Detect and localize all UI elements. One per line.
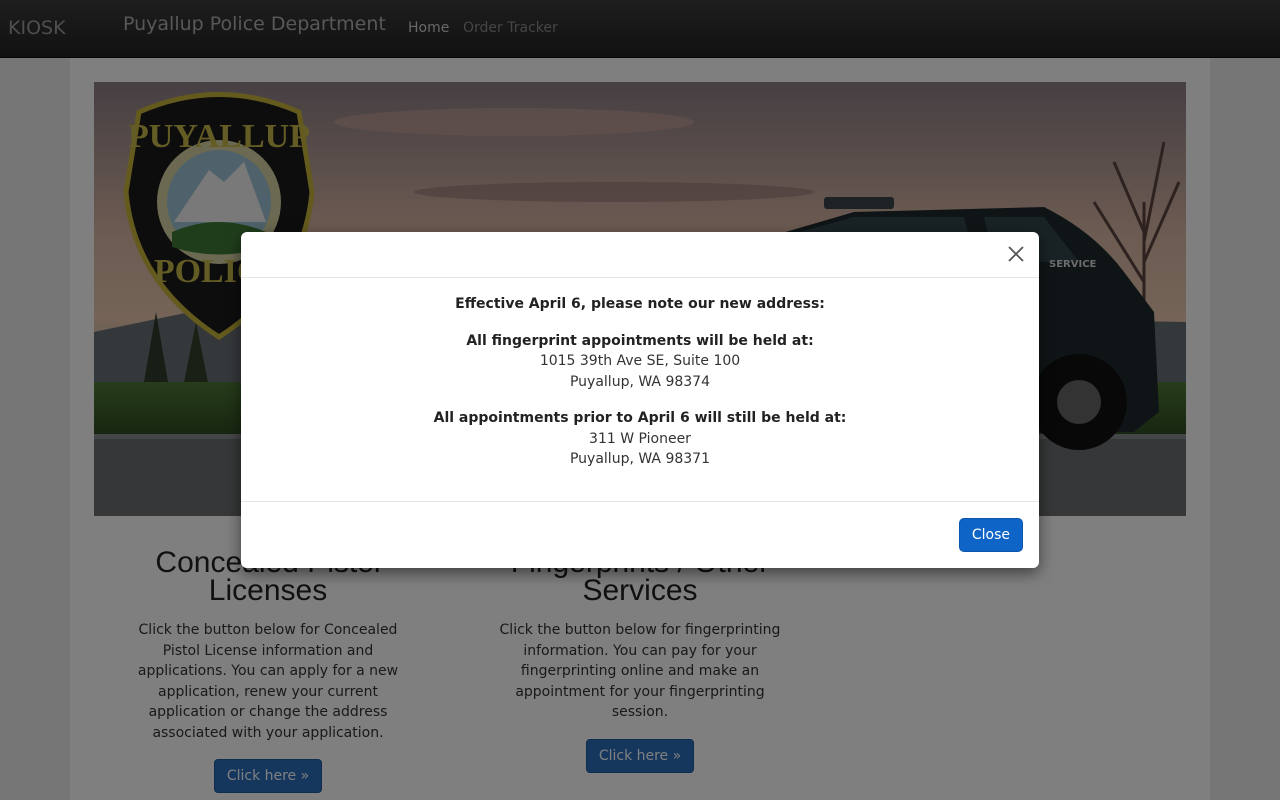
old-address-line1: 311 W Pioneer bbox=[589, 430, 691, 447]
close-button[interactable]: Close bbox=[958, 518, 1023, 552]
old-address-heading: All appointments prior to April 6 will s… bbox=[433, 410, 847, 426]
new-address-block: All fingerprint appointments will be hel… bbox=[241, 331, 1039, 393]
new-address-line2: Puyallup, WA 98374 bbox=[569, 373, 710, 390]
modal-header bbox=[241, 232, 1039, 278]
notice-heading: Effective April 6, please note our new a… bbox=[455, 296, 825, 312]
close-icon[interactable] bbox=[1007, 245, 1025, 263]
new-address-line1: 1015 39th Ave SE, Suite 100 bbox=[539, 353, 741, 369]
old-address-block: All appointments prior to April 6 will s… bbox=[241, 408, 1039, 470]
modal-footer: Close bbox=[241, 501, 1039, 568]
address-notice-modal: Effective April 6, please note our new a… bbox=[241, 232, 1039, 568]
new-address-heading: All fingerprint appointments will be hel… bbox=[466, 332, 814, 349]
modal-body: Effective April 6, please note our new a… bbox=[241, 294, 1039, 486]
old-address-line2: Puyallup, WA 98371 bbox=[569, 451, 710, 467]
